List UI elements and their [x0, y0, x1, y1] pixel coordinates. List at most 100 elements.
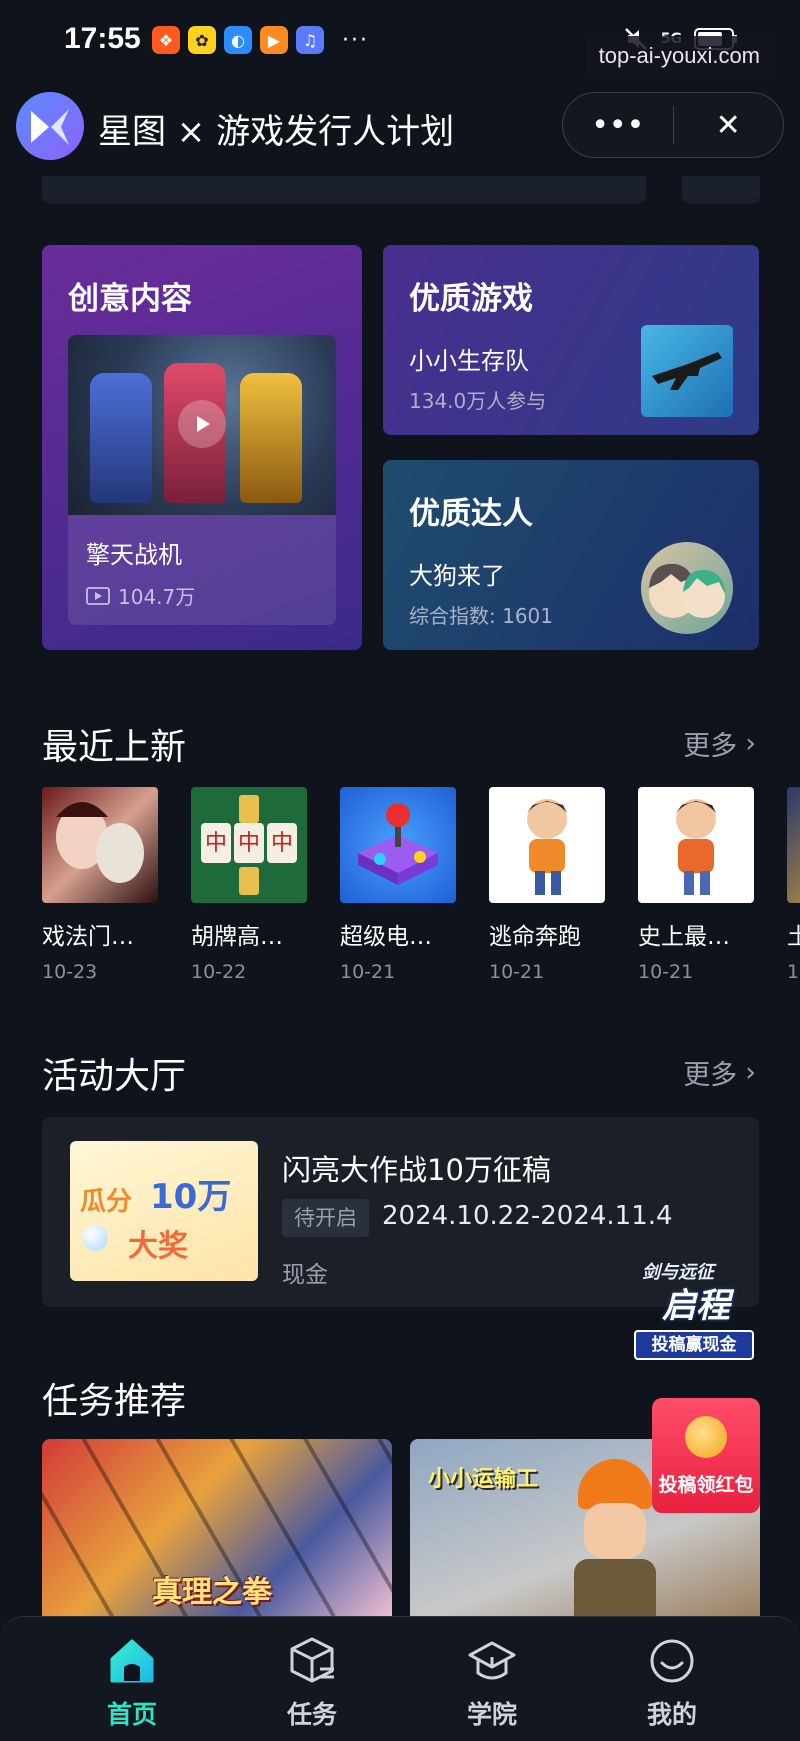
- activity-banner-text-2: 10万: [150, 1177, 232, 1217]
- tasks-section-title: 任务推荐: [42, 1381, 187, 1422]
- arcade-joystick-game-icon: [340, 787, 456, 903]
- browser-app-icon: ◐: [224, 26, 252, 54]
- standing-boy-game-icon: [638, 787, 754, 903]
- svg-text:中: 中: [205, 831, 227, 856]
- quality-talent-index: 综合指数: 1601: [409, 604, 553, 628]
- recent-section-title: 最近上新: [42, 727, 187, 768]
- task-caption: 小小运输工: [428, 1467, 539, 1492]
- game-name: 土: [787, 924, 800, 950]
- mech-blue: [90, 373, 152, 503]
- graduation-cap-icon: [466, 1635, 518, 1687]
- bubble-icon: [82, 1225, 108, 1251]
- video-views: 104.7万: [86, 581, 195, 610]
- svg-text:中: 中: [238, 831, 260, 856]
- quality-talent-name: 大狗来了: [409, 562, 505, 590]
- activity-section-title: 活动大厅: [42, 1056, 187, 1097]
- status-badge: 待开启: [282, 1199, 369, 1237]
- activity-more-link[interactable]: 更多 ›: [683, 1053, 756, 1092]
- recent-games-row: 戏法门… 10-23 中中中 胡牌高… 10-22 超级电… 10-21 逃命奔…: [42, 787, 800, 987]
- status-more-icon: ···: [342, 27, 369, 53]
- game-item[interactable]: 超级电… 10-21: [340, 787, 456, 983]
- game-name: 逃命奔跑: [489, 924, 581, 950]
- opera-mask-game-icon: [42, 787, 158, 903]
- game-name: 戏法门…: [42, 924, 134, 950]
- activity-banner-text-1: 瓜分: [80, 1187, 133, 1217]
- coin-icon: [685, 1416, 727, 1458]
- quality-talent-card[interactable]: 优质达人 大狗来了 综合指数: 1601: [383, 460, 759, 650]
- quality-game-heading: 优质游戏: [409, 281, 533, 317]
- nav-item-academy[interactable]: 学院: [432, 1635, 552, 1731]
- task-card[interactable]: 真理之拳: [42, 1439, 392, 1619]
- recent-more-label: 更多: [683, 731, 738, 762]
- nav-label-home: 首页: [106, 1700, 157, 1729]
- page-title: 星图 × 游戏发行人计划: [98, 112, 455, 152]
- music-app-icon: ♫: [296, 26, 324, 54]
- creative-content-card[interactable]: 创意内容 擎天战机 104.7万: [42, 245, 362, 650]
- mahjong-game-icon: 中中中: [191, 787, 307, 903]
- quality-game-participants: 134.0万人参与: [409, 389, 547, 413]
- game-name: 胡牌高…: [191, 924, 283, 950]
- game-date: 10-21: [638, 961, 694, 983]
- game-date: 1: [787, 961, 800, 983]
- activity-name: 闪亮大作战10万征稿: [282, 1153, 551, 1187]
- play-icon[interactable]: [178, 400, 226, 448]
- nav-item-me[interactable]: 我的: [612, 1635, 732, 1731]
- nav-label-academy: 学院: [466, 1700, 517, 1729]
- game-item[interactable]: 土 1: [787, 787, 800, 983]
- smiley-face-icon: [646, 1635, 698, 1687]
- nav-item-tasks[interactable]: 任务: [252, 1635, 372, 1731]
- quality-talent-heading: 优质达人: [409, 496, 533, 532]
- game-date: 10-21: [340, 961, 396, 983]
- promo-floating-badge[interactable]: 剑与远征 启程 投稿赢现金: [634, 1256, 760, 1364]
- game-date: 10-21: [489, 961, 545, 983]
- red-packet-button[interactable]: 投稿领红包: [652, 1398, 760, 1513]
- chevron-right-icon: ›: [745, 728, 756, 759]
- video-views-icon: [86, 586, 110, 605]
- nav-item-home[interactable]: 首页: [72, 1635, 192, 1731]
- activity-more-label: 更多: [683, 1060, 738, 1091]
- game-name: 史上最…: [638, 924, 730, 950]
- task-caption: 真理之拳: [152, 1575, 272, 1610]
- activity-dates: 2024.10.22-2024.11.4: [382, 1201, 673, 1231]
- mech-gold: [240, 373, 302, 503]
- video-thumbnail: [68, 335, 336, 515]
- meituan-app-icon: ✿: [188, 26, 216, 54]
- video-app-icon: ▶: [260, 26, 288, 54]
- miner-face: [584, 1503, 646, 1559]
- featured-video[interactable]: 擎天战机 104.7万: [68, 335, 336, 625]
- promo-badge-line2: 启程: [662, 1286, 730, 1326]
- close-button[interactable]: ✕: [674, 93, 784, 157]
- video-views-count: 104.7万: [118, 585, 196, 609]
- filter-button-remnant[interactable]: [682, 176, 760, 204]
- taobao-app-icon: ❖: [152, 26, 180, 54]
- more-dots-icon: •••: [591, 107, 645, 143]
- close-icon: ✕: [715, 107, 741, 143]
- title-bar: 星图 × 游戏发行人计划 ••• ✕: [0, 86, 800, 166]
- talent-avatar: [641, 542, 733, 634]
- status-bar: 17:55 ❖ ✿ ◐ ▶ ♫ ··· 5G top-ai-youxi.com: [0, 0, 800, 84]
- quality-game-name: 小小生存队: [409, 347, 529, 375]
- game-item[interactable]: 戏法门… 10-23: [42, 787, 158, 983]
- running-boy-game-icon: [489, 787, 605, 903]
- promo-badge-cta: 投稿赢现金: [634, 1330, 754, 1360]
- mini-program-capsule: ••• ✕: [562, 92, 784, 158]
- game-item[interactable]: 逃命奔跑 10-21: [489, 787, 605, 983]
- recent-more-link[interactable]: 更多 ›: [683, 724, 756, 763]
- video-title: 擎天战机: [86, 541, 182, 569]
- activity-banner-text-3: 大奖: [128, 1229, 188, 1264]
- partial-game-icon: [787, 787, 800, 903]
- game-item[interactable]: 史上最… 10-21: [638, 787, 754, 983]
- game-item[interactable]: 中中中 胡牌高… 10-22: [191, 787, 307, 983]
- status-app-icons: ❖ ✿ ◐ ▶ ♫ ···: [152, 26, 369, 54]
- more-menu-button[interactable]: •••: [563, 93, 673, 157]
- activity-banner: 瓜分 10万 大奖: [70, 1141, 258, 1281]
- nav-label-tasks: 任务: [286, 1700, 337, 1729]
- chevron-right-icon: ›: [745, 1057, 756, 1088]
- quality-game-card[interactable]: 优质游戏 小小生存队 134.0万人参与: [383, 245, 759, 435]
- task-box-icon: [286, 1635, 338, 1687]
- game-date: 10-23: [42, 961, 98, 983]
- nav-label-me: 我的: [646, 1700, 697, 1729]
- miner-body: [574, 1559, 656, 1619]
- search-bar-remnant[interactable]: [42, 176, 646, 204]
- red-packet-label: 投稿领红包: [658, 1474, 754, 1496]
